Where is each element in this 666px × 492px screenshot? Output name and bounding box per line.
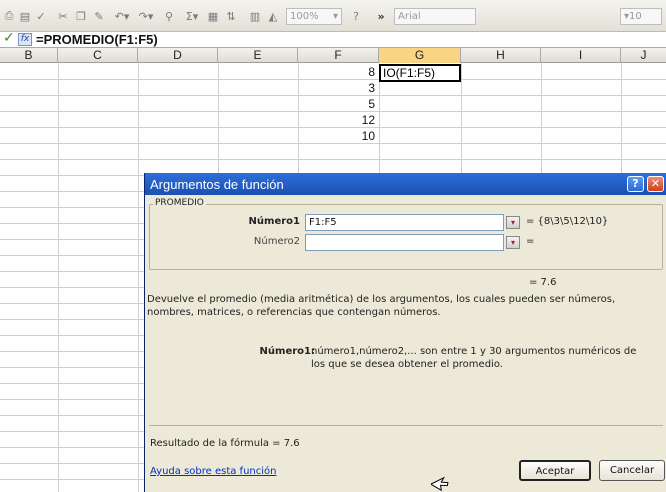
font-name-value: Arial — [398, 11, 421, 22]
param-description: número1,número2,... son entre 1 y 30 arg… — [311, 346, 637, 370]
cell-f4[interactable]: 12 — [300, 113, 375, 128]
dialog-title-bar[interactable]: Argumentos de función — [145, 173, 666, 195]
arg1-input[interactable]: F1:F5 — [305, 214, 504, 231]
dialog-separator — [149, 425, 663, 426]
help-icon[interactable]: ? — [348, 7, 364, 25]
copy-icon[interactable]: ❐ — [74, 7, 88, 25]
param-name: Número1: — [259, 346, 315, 357]
column-headers: B C D E F G H I J — [0, 47, 666, 63]
insert-function-icon[interactable]: fx — [18, 33, 32, 46]
help-link[interactable]: Ayuda sobre esta función — [150, 466, 277, 477]
cell-f2[interactable]: 3 — [300, 81, 375, 96]
hyperlink-icon[interactable]: ⚲ — [162, 7, 176, 25]
formula-bar: ✓ fx =PROMEDIO(F1:F5) — [0, 30, 666, 47]
column-header-h[interactable]: H — [461, 48, 541, 63]
column-header-g[interactable]: G — [379, 48, 461, 63]
arguments-group: PROMEDIO Número1 F1:F5 ▾ = {8\3\5\12\10}… — [149, 198, 663, 270]
format-painter-icon[interactable]: ✎ — [92, 7, 106, 25]
column-header-i[interactable]: I — [541, 48, 621, 63]
function-name-label: PROMEDIO — [153, 198, 206, 208]
spelling-icon[interactable]: ✓ — [34, 7, 48, 25]
zoom-value: 100% — [290, 11, 319, 22]
font-name-box[interactable]: Arial — [394, 8, 476, 25]
font-size-value: 10 — [629, 11, 642, 22]
redo-icon[interactable]: ↷▾ — [136, 7, 156, 25]
collapse-dialog-icon[interactable]: ▾ — [506, 236, 520, 249]
cut-icon[interactable]: ✂ — [56, 7, 70, 25]
arg2-result: = — [526, 236, 535, 247]
undo-icon[interactable]: ↶▾ — [112, 7, 132, 25]
column-header-b[interactable]: B — [0, 48, 58, 63]
print-icon[interactable]: ▤ — [18, 7, 32, 25]
font-size-box[interactable]: ▾10 — [620, 8, 662, 25]
sort-ascending-icon[interactable]: ⇅ — [224, 7, 238, 25]
dialog-title: Argumentos de función — [150, 177, 284, 192]
mouse-cursor-icon — [431, 476, 449, 492]
enter-check-icon[interactable]: ✓ — [3, 30, 15, 46]
formula-text[interactable]: =PROMEDIO(F1:F5) — [36, 32, 158, 47]
close-button[interactable]: ✕ — [647, 176, 664, 192]
chevron-down-icon: ▾ — [332, 11, 338, 22]
chart-wizard-icon[interactable]: ▥ — [248, 7, 262, 25]
cell-f5[interactable]: 10 — [300, 129, 375, 144]
drawing-icon[interactable]: ◭ — [266, 7, 280, 25]
standard-toolbar: ⎙ ▤ ✓ ✂ ❐ ✎ ↶▾ ↷▾ ⚲ Σ▾ ▦ ⇅ ▥ ◭ 100% ▾ ? … — [0, 0, 666, 32]
formula-result: Resultado de la fórmula = 7.6 — [150, 438, 300, 449]
cell-f3[interactable]: 5 — [300, 97, 375, 112]
arg1-label: Número1 — [248, 216, 300, 227]
arg2-label: Número2 — [253, 236, 300, 247]
function-description: Devuelve el promedio (media aritmética) … — [147, 294, 616, 318]
column-header-e[interactable]: E — [218, 48, 298, 63]
column-header-j[interactable]: J — [621, 48, 666, 63]
function-wizard-icon[interactable]: ▦ — [206, 7, 220, 25]
arg2-input[interactable] — [305, 234, 504, 251]
active-cell-g1[interactable]: IO(F1:F5) — [379, 64, 461, 82]
column-header-c[interactable]: C — [58, 48, 138, 63]
arg1-result: = {8\3\5\12\10} — [526, 216, 609, 227]
zoom-box[interactable]: 100% ▾ — [286, 8, 342, 25]
cancel-button[interactable]: Cancelar — [599, 460, 665, 481]
autosum-icon[interactable]: Σ▾ — [182, 7, 202, 25]
result-preview: = 7.6 — [529, 277, 557, 288]
more-buttons-chevron[interactable]: » — [374, 7, 388, 25]
column-header-d[interactable]: D — [138, 48, 218, 63]
grid-row-line — [0, 159, 666, 160]
collapse-dialog-icon[interactable]: ▾ — [506, 216, 520, 229]
cell-f1[interactable]: 8 — [300, 65, 375, 80]
column-header-f[interactable]: F — [298, 48, 379, 63]
function-arguments-dialog: Argumentos de función ? ✕ PROMEDIO Númer… — [144, 173, 666, 492]
accept-button[interactable]: Aceptar — [519, 460, 591, 481]
print-preview-icon[interactable]: ⎙ — [2, 7, 16, 25]
help-button[interactable]: ? — [627, 176, 644, 192]
